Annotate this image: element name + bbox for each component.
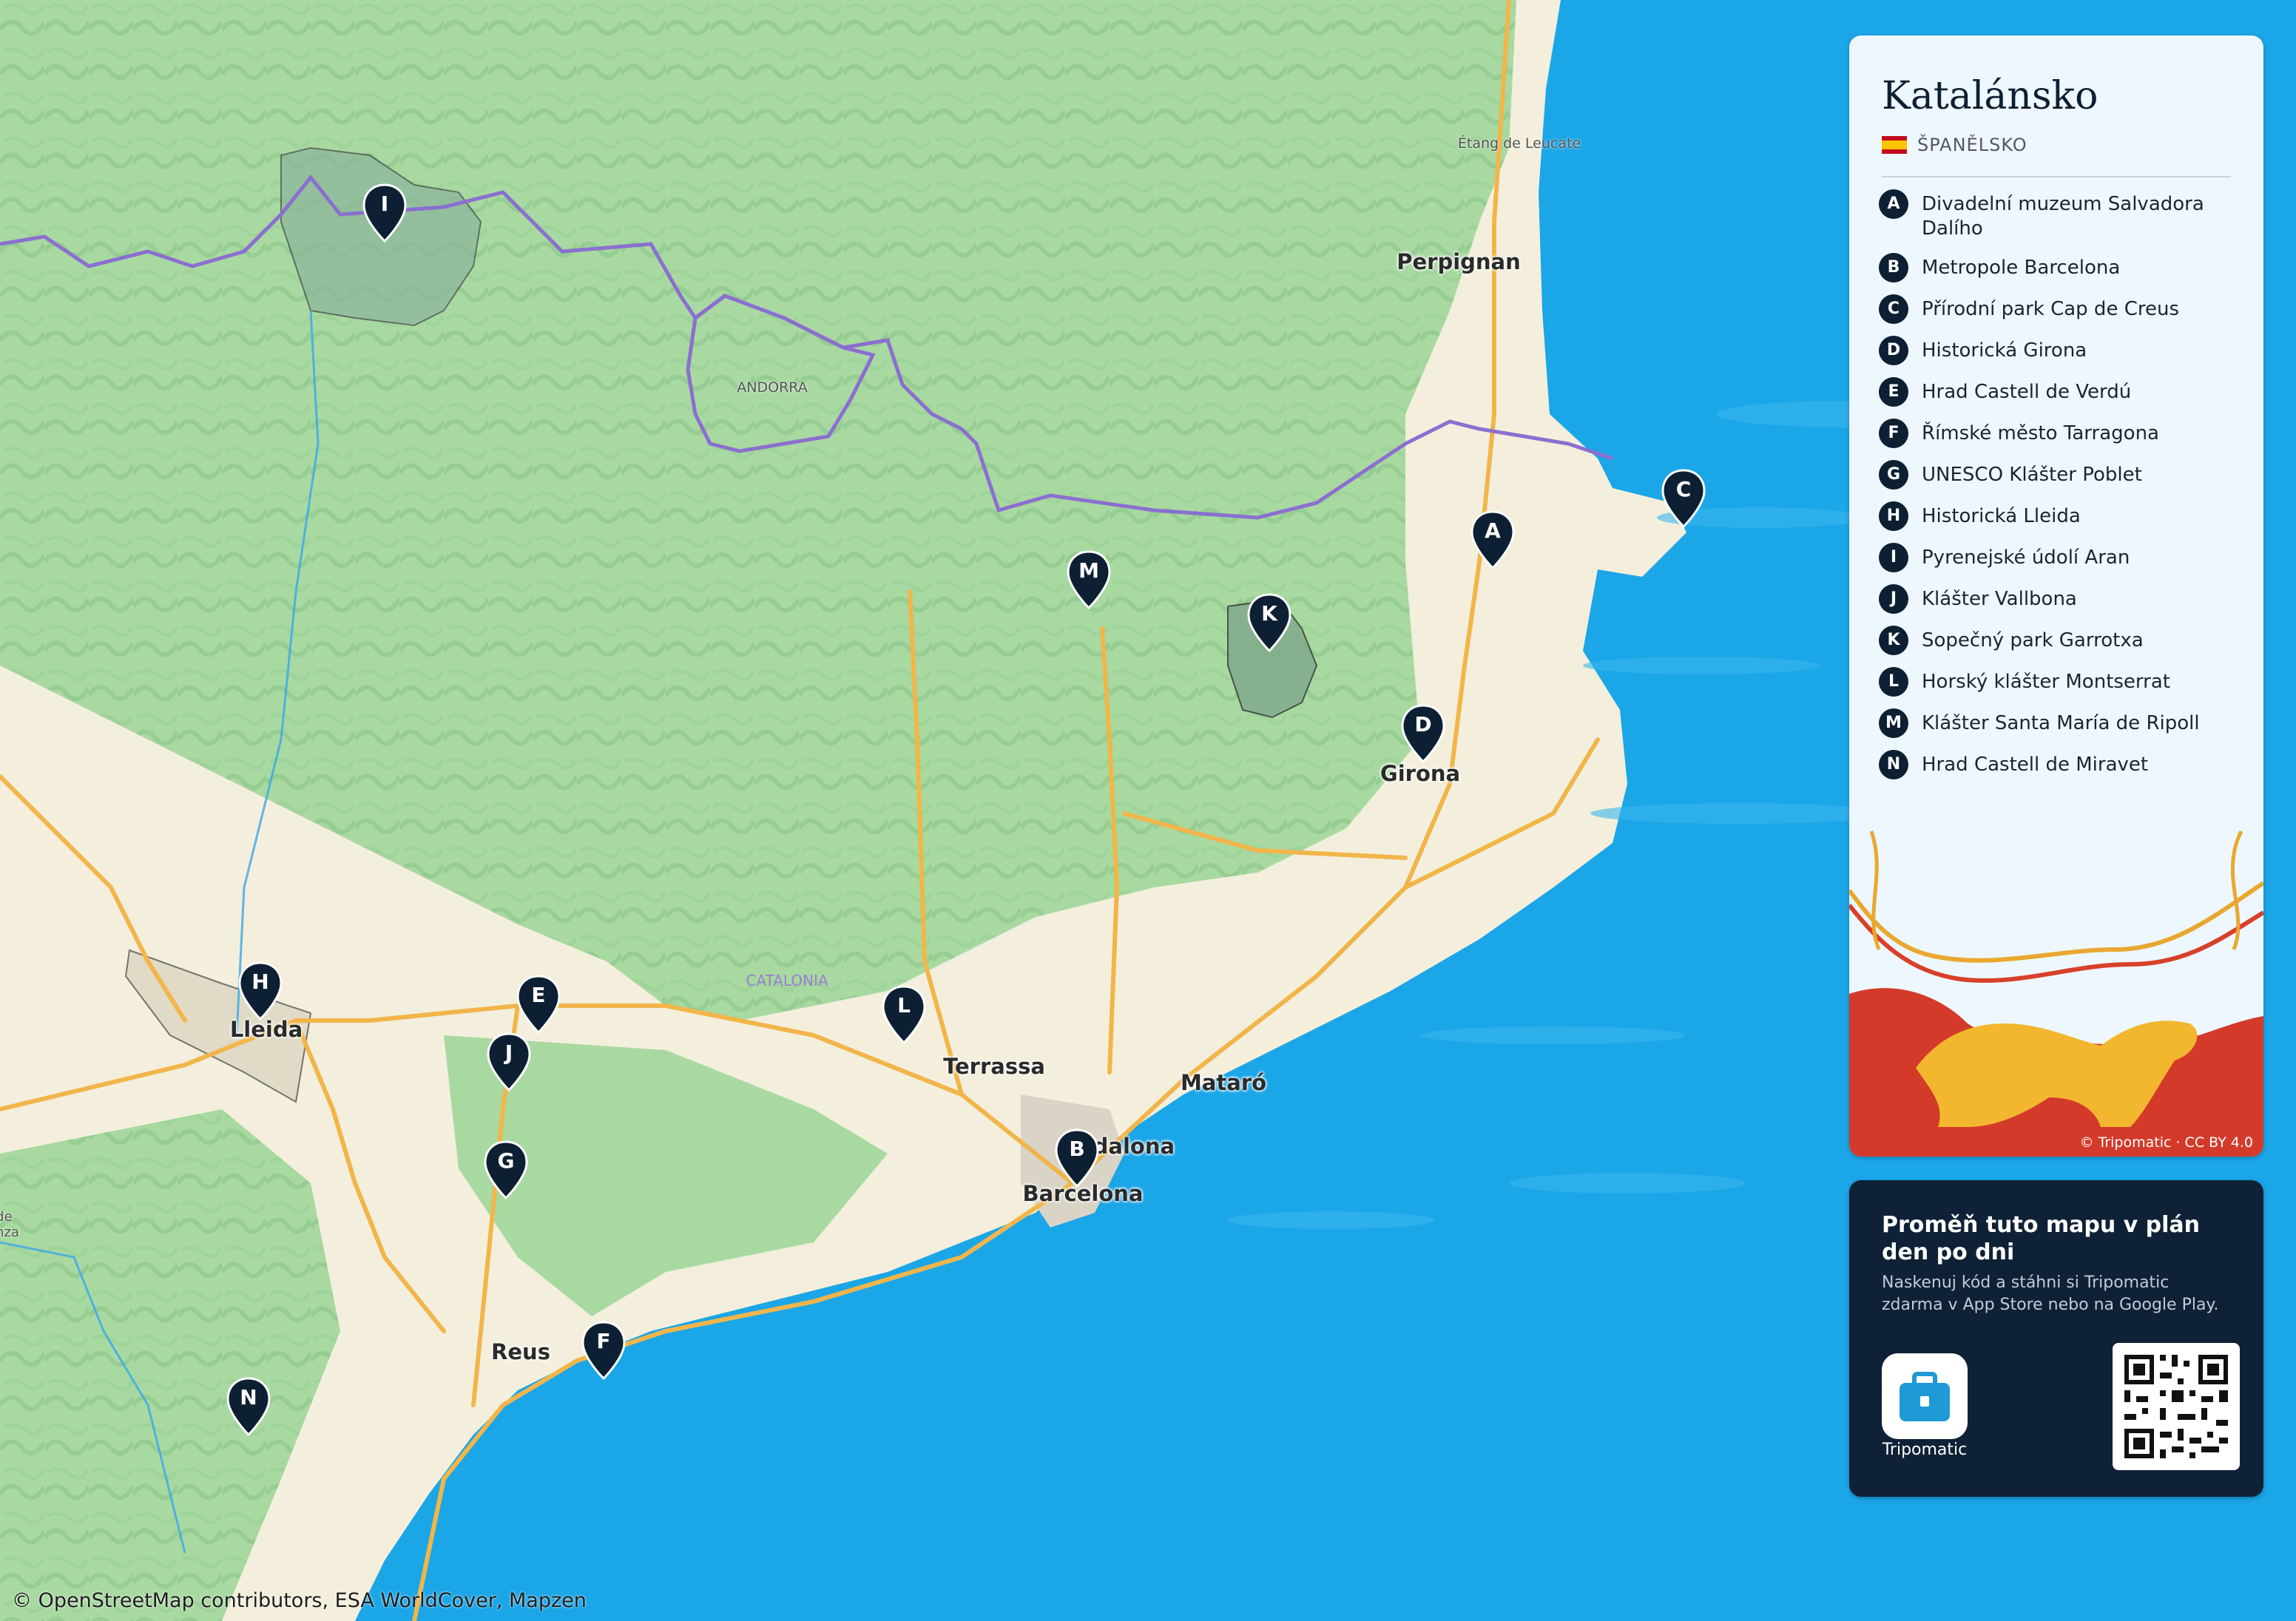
list-item[interactable]: J Klášter Vallbona — [1879, 584, 2234, 614]
list-item[interactable]: N Hrad Castell de Miravet — [1879, 750, 2234, 779]
list-item-letter-badge: F — [1879, 419, 1908, 448]
list-item[interactable]: A Divadelní muzeum Salvadora Dalího — [1879, 189, 2234, 241]
country-label-andorra: ANDORRA — [737, 379, 808, 396]
list-item[interactable]: L Horský klášter Montserrat — [1879, 667, 2234, 697]
bull-illustration — [1849, 830, 2263, 1157]
city-label: Perpignan — [1397, 249, 1521, 274]
list-item-label: Hrad Castell de Verdú — [1922, 381, 2132, 403]
app-promo-panel: Proměň tuto mapu v plán den po dni Naske… — [1849, 1180, 2263, 1497]
list-item-label: Římské město Tarragona — [1922, 422, 2159, 444]
list-item-letter-badge: E — [1879, 377, 1908, 407]
list-item-letter-badge: K — [1879, 626, 1908, 655]
list-item[interactable]: H Historická Lleida — [1879, 501, 2234, 531]
marker-letter: L — [897, 993, 911, 1018]
map-marker-c[interactable]: C — [1660, 469, 1707, 528]
map-marker-h[interactable]: H — [237, 961, 284, 1021]
marker-letter: I — [380, 192, 389, 216]
city-label: Mataró — [1180, 1070, 1267, 1095]
list-item[interactable]: K Sopečný park Garrotxa — [1879, 626, 2234, 655]
region-label: CATALONIA — [746, 972, 828, 989]
list-item-letter-badge: A — [1879, 189, 1908, 219]
list-item-label: Historická Girona — [1922, 339, 2087, 362]
list-item-label: Hrad Castell de Miravet — [1922, 754, 2149, 776]
list-item-label: Klášter Vallbona — [1922, 588, 2077, 610]
city-label: Terrassa — [943, 1054, 1045, 1079]
map-marker-d[interactable]: D — [1399, 704, 1447, 763]
list-item-label: UNESCO Klášter Poblet — [1922, 464, 2142, 486]
country-name: ŠPANĚLSKO — [1917, 135, 2027, 155]
panel-title: Katalánsko — [1882, 74, 2099, 118]
marker-letter: E — [531, 983, 546, 1007]
edge-label: de nza — [0, 1209, 19, 1240]
lagoon-label: Étang de Leucate — [1457, 135, 1581, 152]
marker-letter: B — [1069, 1137, 1085, 1161]
map-marker-f[interactable]: F — [580, 1321, 627, 1380]
places-list: A Divadelní muzeum Salvadora Dalího B Metro… — [1879, 189, 2234, 794]
list-item-label: Přírodní park Cap de Creus — [1922, 298, 2179, 320]
list-item[interactable]: B Metropole Barcelona — [1879, 253, 2234, 282]
list-item-label: Divadelní muzeum Salvadora Dalího — [1922, 193, 2204, 240]
marker-letter: M — [1078, 558, 1099, 583]
list-item[interactable]: C Přírodní park Cap de Creus — [1879, 294, 2234, 324]
city-label: Lleida — [229, 1017, 303, 1042]
list-item-label: Klášter Santa María de Ripoll — [1922, 712, 2200, 734]
marker-letter: C — [1675, 477, 1692, 501]
list-item-letter-badge: N — [1879, 750, 1908, 779]
marker-letter: F — [596, 1329, 611, 1353]
list-item-letter-badge: G — [1879, 460, 1908, 490]
list-item[interactable]: E Hrad Castell de Verdú — [1879, 377, 2234, 407]
map-marker-l[interactable]: L — [880, 985, 928, 1044]
list-item-letter-badge: M — [1879, 708, 1908, 738]
list-item[interactable]: G UNESCO Klášter Poblet — [1879, 460, 2234, 490]
list-item-label: Historická Lleida — [1922, 505, 2081, 527]
tripomatic-app-icon[interactable] — [1882, 1353, 1968, 1439]
city-label: Girona — [1380, 761, 1461, 786]
list-item[interactable]: D Historická Girona — [1879, 336, 2234, 365]
list-item-letter-badge: J — [1879, 584, 1908, 614]
map-marker-b[interactable]: B — [1053, 1128, 1101, 1188]
list-item-label: Pyrenejské údolí Aran — [1922, 546, 2130, 569]
map-marker-e[interactable]: E — [515, 975, 562, 1034]
list-item-label: Metropole Barcelona — [1922, 257, 2121, 279]
spain-flag-icon — [1882, 136, 1907, 154]
marker-letter: N — [240, 1385, 257, 1410]
list-item[interactable]: M Klášter Santa María de Ripoll — [1879, 708, 2234, 738]
qr-code[interactable] — [2113, 1343, 2240, 1470]
map-marker-i[interactable]: I — [361, 183, 408, 243]
list-item-letter-badge: H — [1879, 501, 1908, 531]
list-item[interactable]: I Pyrenejské údolí Aran — [1879, 543, 2234, 572]
marker-letter: H — [251, 969, 269, 994]
legend-panel: Katalánsko ŠPANĚLSKO A Divadelní muzeum S… — [1849, 35, 2263, 1157]
list-item-letter-badge: I — [1879, 543, 1908, 572]
list-item-label: Horský klášter Montserrat — [1922, 671, 2170, 693]
map-marker-j[interactable]: J — [485, 1032, 533, 1092]
map-marker-m[interactable]: M — [1065, 550, 1112, 609]
marker-letter: J — [504, 1040, 513, 1065]
panel-credit: © Tripomatic · CC BY 4.0 — [2079, 1134, 2253, 1151]
city-label: Reus — [491, 1339, 550, 1364]
map-marker-n[interactable]: N — [225, 1377, 272, 1436]
promo-heading: Proměň tuto mapu v plán den po dni — [1882, 1212, 2201, 1265]
marker-letter: K — [1261, 601, 1277, 626]
list-item-letter-badge: D — [1879, 336, 1908, 365]
list-item-letter-badge: C — [1879, 294, 1908, 324]
list-item[interactable]: F Římské město Tarragona — [1879, 419, 2234, 448]
app-name: Tripomatic — [1882, 1441, 1968, 1459]
map-attribution[interactable]: © OpenStreetMap contributors, ESA WorldC… — [12, 1589, 587, 1612]
marker-letter: A — [1485, 518, 1501, 543]
list-item-letter-badge: L — [1879, 667, 1908, 697]
promo-text: Naskenuj kód a stáhni si Tripomatic zdar… — [1882, 1273, 2219, 1314]
map-marker-a[interactable]: A — [1469, 510, 1516, 569]
marker-letter: D — [1414, 712, 1432, 737]
marker-letter: G — [497, 1148, 515, 1173]
divider — [1882, 176, 2231, 177]
map-marker-k[interactable]: K — [1246, 593, 1293, 652]
map-marker-g[interactable]: G — [482, 1140, 530, 1199]
country-label: ŠPANĚLSKO — [1882, 135, 2027, 155]
list-item-letter-badge: B — [1879, 253, 1908, 282]
list-item-label: Sopečný park Garrotxa — [1922, 629, 2144, 652]
